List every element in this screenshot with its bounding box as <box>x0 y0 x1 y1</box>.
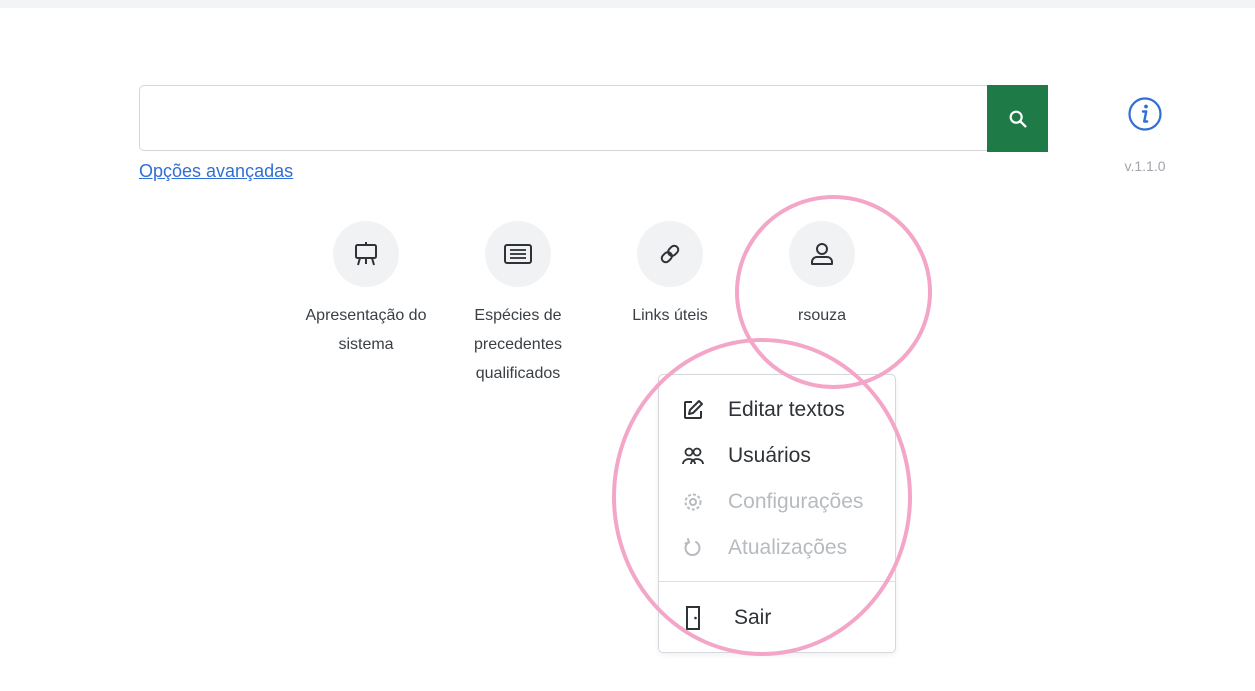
top-bar <box>0 0 1255 8</box>
version-label: v.1.1.0 <box>1124 158 1166 174</box>
tile-icon-circle <box>333 221 399 287</box>
search-box <box>139 85 987 151</box>
users-icon <box>681 444 705 468</box>
menu-item-logout[interactable]: Sair <box>659 598 895 638</box>
menu-item-edit-texts[interactable]: Editar textos <box>659 390 895 430</box>
link-icon <box>660 244 680 264</box>
search-input[interactable] <box>140 86 987 150</box>
user-icon <box>811 243 833 265</box>
tile-presentation[interactable]: Apresentação do sistema <box>296 221 436 359</box>
tile-precedent-species[interactable]: Espécies de precedentes qualificados <box>448 221 588 388</box>
logout-icon <box>681 606 705 630</box>
tile-icon-circle <box>485 221 551 287</box>
tile-label: Apresentação do sistema <box>305 307 427 353</box>
tile-useful-links[interactable]: Links úteis <box>600 221 740 330</box>
menu-item-label: Usuários <box>728 444 811 467</box>
edit-icon <box>681 398 705 422</box>
menu-item-settings: Configurações <box>659 482 895 522</box>
menu-item-users[interactable]: Usuários <box>659 436 895 476</box>
menu-item-updates: Atualizações <box>659 528 895 568</box>
tile-user-account[interactable]: rsouza <box>752 221 892 330</box>
tile-label: Espécies de precedentes qualificados <box>473 307 563 382</box>
menu-item-label: Atualizações <box>728 536 848 559</box>
gear-icon <box>681 490 705 514</box>
info-icon[interactable] <box>1127 96 1163 132</box>
refresh-icon <box>681 536 705 560</box>
tile-icon-circle <box>789 221 855 287</box>
tile-label: Links úteis <box>632 307 708 324</box>
presentation-icon <box>355 242 377 266</box>
user-dropdown-menu: Editar textos Usuários Configurações Atu… <box>658 374 896 653</box>
tile-icon-circle <box>637 221 703 287</box>
menu-item-label: Sair <box>734 606 772 629</box>
menu-item-label: Editar textos <box>728 398 845 421</box>
search-icon <box>1009 110 1027 128</box>
search-button[interactable] <box>987 85 1048 152</box>
list-icon <box>504 244 532 264</box>
tile-label-username: rsouza <box>797 307 847 324</box>
advanced-options-link[interactable]: Opções avançadas <box>139 161 293 182</box>
menu-item-label: Configurações <box>728 490 864 513</box>
menu-divider <box>659 581 895 582</box>
